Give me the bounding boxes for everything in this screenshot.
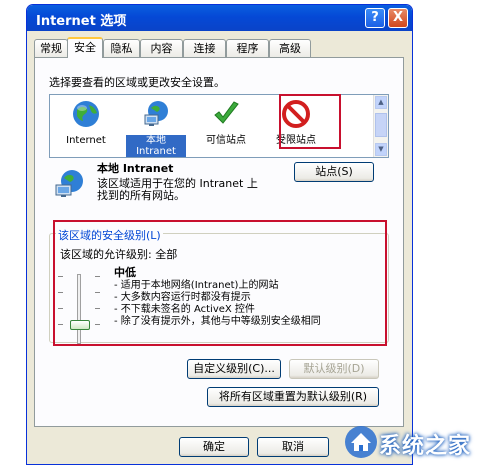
close-button[interactable]: X (388, 8, 408, 28)
tab-privacy[interactable]: 隐私 (103, 39, 140, 57)
zone-trusted-sites[interactable]: 可信站点 (196, 99, 256, 146)
tab-content[interactable]: 内容 (140, 39, 183, 57)
default-level-button[interactable]: 默认级别(D) (289, 359, 379, 379)
tab-security[interactable]: 安全 (67, 37, 103, 58)
checkmark-icon (214, 101, 239, 124)
zone-label-local-intranet: 本地 Intranet (126, 135, 186, 157)
selected-zone-title: 本地 Intranet (97, 162, 174, 175)
zone-label-trusted-sites: 可信站点 (206, 135, 246, 146)
intranet-icon (144, 101, 168, 126)
ok-button[interactable]: 确定 (179, 437, 249, 457)
zone-label-internet: Internet (66, 135, 106, 146)
scroll-down-icon[interactable]: ▼ (375, 143, 387, 156)
tab-general[interactable]: 常规 (34, 39, 68, 57)
zone-local-intranet[interactable]: 本地 Intranet (126, 99, 186, 157)
window-title: Internet 选项 (36, 14, 127, 29)
scroll-thumb[interactable] (375, 113, 387, 137)
reset-all-zones-button[interactable]: 将所有区域重置为默认级别(R) (207, 387, 379, 407)
internet-options-dialog: Internet 选项 ? X 常规 安全 隐私 内容 连接 程序 高级 选择要… (26, 4, 413, 465)
tab-advanced[interactable]: 高级 (269, 39, 311, 57)
security-level-highlight (53, 220, 387, 346)
cancel-button[interactable]: 取消 (257, 437, 329, 457)
custom-level-button[interactable]: 自定义级别(C)... (187, 359, 281, 379)
scroll-up-icon[interactable]: ▲ (375, 96, 387, 109)
watermark-text: 系统之家 (379, 434, 472, 459)
tab-connections[interactable]: 连接 (183, 39, 226, 57)
tab-programs[interactable]: 程序 (226, 39, 269, 57)
security-tab-panel: 选择要查看的区域或更改安全设置。 Internet 本地 Intranet 可信… (34, 57, 404, 427)
house-logo-icon (345, 426, 377, 458)
restricted-zone-highlight (279, 94, 341, 149)
zone-internet[interactable]: Internet (56, 99, 116, 146)
watermark: 系统之家 (341, 412, 500, 468)
selected-zone-description: 该区域适用于在您的 Intranet 上 找到的所有网站。 (97, 177, 258, 202)
title-bar: Internet 选项 ? X (27, 5, 412, 31)
zone-prompt: 选择要查看的区域或更改安全设置。 (49, 76, 225, 89)
intranet-large-icon (55, 170, 83, 197)
zone-list-scrollbar[interactable]: ▲ ▼ (373, 95, 388, 157)
help-button[interactable]: ? (365, 8, 385, 28)
globe-icon (73, 101, 99, 127)
sites-button[interactable]: 站点(S) (294, 162, 374, 182)
